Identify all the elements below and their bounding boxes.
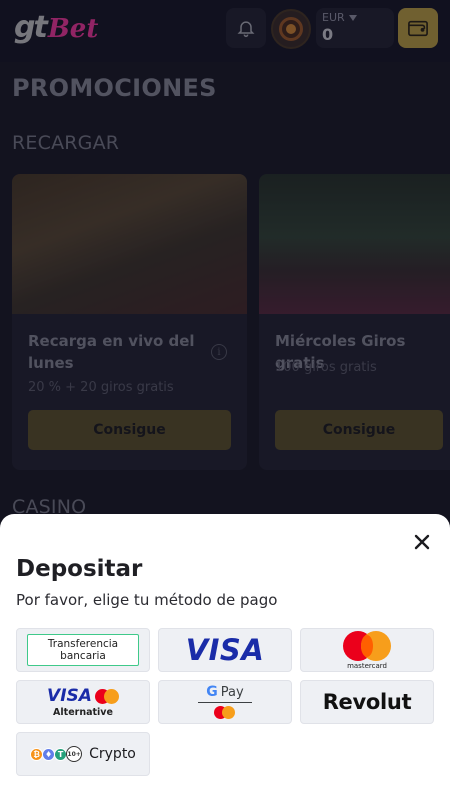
payment-method-crypto[interactable]: ₿ ♦ T 10+ Crypto: [16, 732, 150, 776]
payment-method-google-pay[interactable]: G Pay: [158, 680, 292, 724]
deposit-subtitle: Por favor, elige tu método de pago: [16, 591, 278, 609]
close-button[interactable]: [410, 530, 434, 554]
mastercard-mini-icon: [214, 706, 236, 720]
deposit-title: Depositar: [16, 556, 143, 582]
mastercard-logo-icon: [342, 630, 392, 661]
mastercard-mini-icon: [94, 688, 119, 704]
revolut-logo: Revolut: [322, 690, 412, 714]
bank-transfer-logo: Transferencia bancaria: [27, 634, 139, 666]
google-g-icon: G: [206, 684, 218, 700]
payment-method-mastercard[interactable]: mastercard: [300, 628, 434, 672]
payment-method-revolut[interactable]: Revolut: [300, 680, 434, 724]
payment-method-visa[interactable]: VISA: [158, 628, 292, 672]
google-pay-logo: G Pay: [198, 684, 252, 703]
payment-method-bank-transfer[interactable]: Transferencia bancaria: [16, 628, 150, 672]
more-coins-icon: 10+: [66, 746, 83, 762]
crypto-label: Crypto: [89, 746, 136, 762]
close-icon: [414, 534, 430, 550]
visa-logo: VISA: [185, 633, 265, 667]
mastercard-label: mastercard: [347, 661, 387, 670]
payment-method-visa-alternative[interactable]: VISA Alternative: [16, 680, 150, 724]
visa-logo: VISA: [47, 686, 92, 706]
alternative-label: Alternative: [53, 707, 113, 718]
